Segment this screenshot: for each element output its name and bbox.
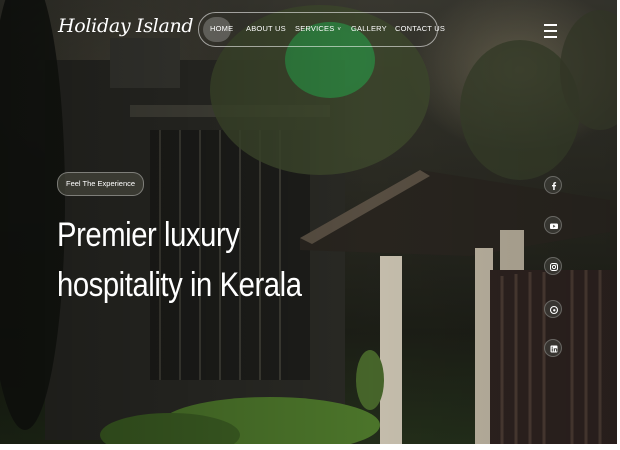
hamburger-menu-icon[interactable] [544,24,557,42]
chevron-down-icon: ˅ [337,27,342,33]
nav-item-services[interactable]: SERVICES ˅ [295,24,341,33]
nav-item-gallery[interactable]: GALLERY [351,24,387,33]
facebook-icon[interactable] [544,176,562,194]
hero-section: Holiday Island HOME ABOUT US SERVICES ˅ G… [0,0,617,444]
threads-icon[interactable] [544,300,562,318]
hero-headline-line-2: hospitality in Kerala [57,266,302,304]
hero-headline: Premier luxury hospitality in Kerala [57,210,302,310]
nav-item-about-us[interactable]: ABOUT US [246,24,286,33]
linkedin-icon[interactable] [544,339,562,357]
nav-item-home[interactable]: HOME [210,24,233,33]
youtube-icon[interactable] [544,216,562,234]
instagram-icon[interactable] [544,257,562,275]
hero-headline-line-1: Premier luxury [57,216,240,254]
main-nav: HOME ABOUT US SERVICES ˅ GALLERY CONTACT … [198,12,445,47]
hero-tag: Feel The Experience [57,172,145,196]
nav-item-contact-us[interactable]: CONTACT US [395,24,445,33]
site-logo[interactable]: Holiday Island [58,15,194,37]
nav-item-services-label: SERVICES [295,24,335,33]
